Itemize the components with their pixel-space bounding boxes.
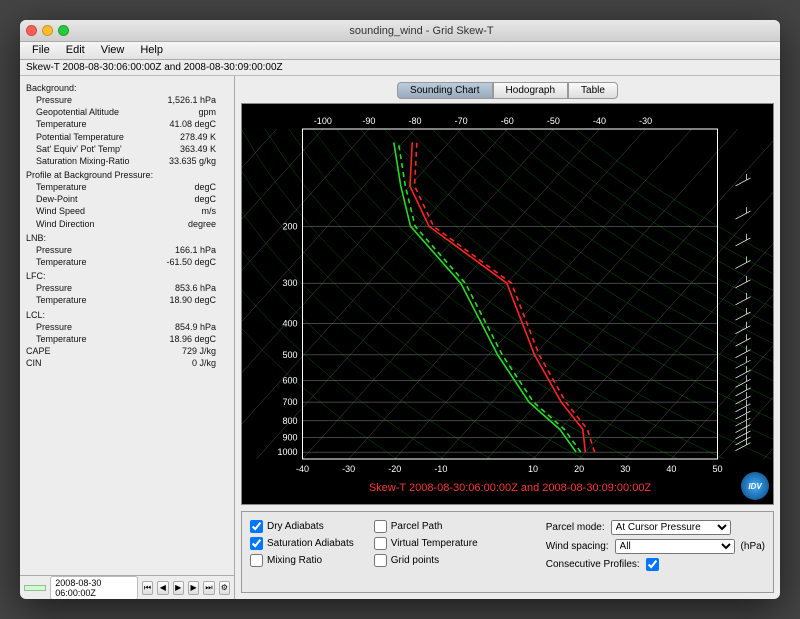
- side-panel: Background:Pressure1,526.1 hPaGeopotenti…: [20, 76, 235, 599]
- svg-text:-10: -10: [434, 464, 447, 474]
- menu-file[interactable]: File: [24, 42, 58, 59]
- controls-panel: Dry Adiabats Saturation Adiabats Mixing …: [241, 511, 774, 593]
- tab-table[interactable]: Table: [568, 82, 618, 99]
- svg-text:-40: -40: [296, 464, 309, 474]
- svg-text:30: 30: [620, 464, 630, 474]
- svg-text:-20: -20: [388, 464, 401, 474]
- svg-text:-30: -30: [639, 116, 652, 126]
- info-panel: Background:Pressure1,526.1 hPaGeopotenti…: [20, 76, 234, 575]
- svg-text:400: 400: [282, 319, 297, 329]
- cb-virtual-temp[interactable]: Virtual Temperature: [374, 537, 478, 550]
- svg-text:-80: -80: [409, 116, 422, 126]
- time-dropdown[interactable]: 2008-08-30 06:00:00Z: [50, 576, 138, 600]
- wind-spacing-select[interactable]: All: [615, 539, 735, 554]
- svg-text:700: 700: [282, 397, 297, 407]
- svg-text:20: 20: [574, 464, 584, 474]
- traffic-lights: [26, 25, 69, 36]
- main-area: Background:Pressure1,526.1 hPaGeopotenti…: [20, 76, 780, 599]
- time-progress: [24, 585, 46, 591]
- titlebar[interactable]: sounding_wind - Grid Skew-T: [20, 20, 780, 42]
- cb-grid-points[interactable]: Grid points: [374, 554, 478, 567]
- tab-sounding[interactable]: Sounding Chart: [397, 82, 493, 99]
- ffwd-icon[interactable]: ⏭: [203, 581, 214, 595]
- close-icon[interactable]: [26, 25, 37, 36]
- logo-icon: IDV: [741, 472, 769, 500]
- svg-text:-100: -100: [314, 116, 332, 126]
- cb-mixing-ratio[interactable]: Mixing Ratio: [250, 554, 354, 567]
- svg-text:800: 800: [282, 416, 297, 426]
- play-icon[interactable]: ▶: [173, 581, 184, 595]
- svg-text:900: 900: [282, 432, 297, 442]
- consecutive-label: Consecutive Profiles:: [546, 559, 640, 570]
- menu-edit[interactable]: Edit: [58, 42, 93, 59]
- svg-text:-50: -50: [547, 116, 560, 126]
- wind-spacing-unit: (hPa): [741, 541, 765, 552]
- tab-hodograph[interactable]: Hodograph: [493, 82, 568, 99]
- svg-text:1000: 1000: [277, 447, 297, 457]
- minimize-icon[interactable]: [42, 25, 53, 36]
- svg-text:40: 40: [666, 464, 676, 474]
- app-window: sounding_wind - Grid Skew-T File Edit Vi…: [20, 20, 780, 599]
- svg-text:50: 50: [712, 464, 722, 474]
- menu-view[interactable]: View: [93, 42, 133, 59]
- menu-help[interactable]: Help: [132, 42, 171, 59]
- skewt-chart[interactable]: 2003004005006007008009001000-40-30-20-10…: [241, 103, 774, 505]
- svg-text:600: 600: [282, 375, 297, 385]
- step-back-icon[interactable]: ◀: [157, 581, 168, 595]
- step-fwd-icon[interactable]: ▶: [188, 581, 199, 595]
- skewt-svg: 2003004005006007008009001000-40-30-20-10…: [242, 104, 773, 504]
- sub-title: Skew-T 2008-08-30:06:00:00Z and 2008-08-…: [20, 60, 780, 76]
- zoom-icon[interactable]: [58, 25, 69, 36]
- time-controls: 2008-08-30 06:00:00Z ⏮ ◀ ▶ ▶ ⏭ ⚙: [20, 575, 234, 599]
- cb-dry-adiabats[interactable]: Dry Adiabats: [250, 520, 354, 533]
- svg-text:-70: -70: [455, 116, 468, 126]
- svg-text:-60: -60: [501, 116, 514, 126]
- right-panel: Sounding Chart Hodograph Table 200300400…: [235, 76, 780, 599]
- cb-parcel-path[interactable]: Parcel Path: [374, 520, 478, 533]
- cb-consecutive[interactable]: [646, 558, 659, 571]
- svg-text:300: 300: [282, 278, 297, 288]
- svg-text:10: 10: [528, 464, 538, 474]
- svg-text:-40: -40: [593, 116, 606, 126]
- svg-text:-90: -90: [362, 116, 375, 126]
- settings-icon[interactable]: ⚙: [219, 581, 230, 595]
- parcel-mode-select[interactable]: At Cursor Pressure: [611, 520, 731, 535]
- window-title: sounding_wind - Grid Skew-T: [69, 25, 774, 37]
- menubar: File Edit View Help: [20, 42, 780, 60]
- svg-text:500: 500: [282, 350, 297, 360]
- cb-sat-adiabats[interactable]: Saturation Adiabats: [250, 537, 354, 550]
- parcel-mode-label: Parcel mode:: [546, 522, 605, 533]
- svg-text:Skew-T 2008-08-30:06:00:00Z an: Skew-T 2008-08-30:06:00:00Z and 2008-08-…: [369, 482, 652, 494]
- tab-bar: Sounding Chart Hodograph Table: [241, 82, 774, 99]
- rewind-icon[interactable]: ⏮: [142, 581, 153, 595]
- wind-spacing-label: Wind spacing:: [546, 541, 609, 552]
- svg-text:-30: -30: [342, 464, 355, 474]
